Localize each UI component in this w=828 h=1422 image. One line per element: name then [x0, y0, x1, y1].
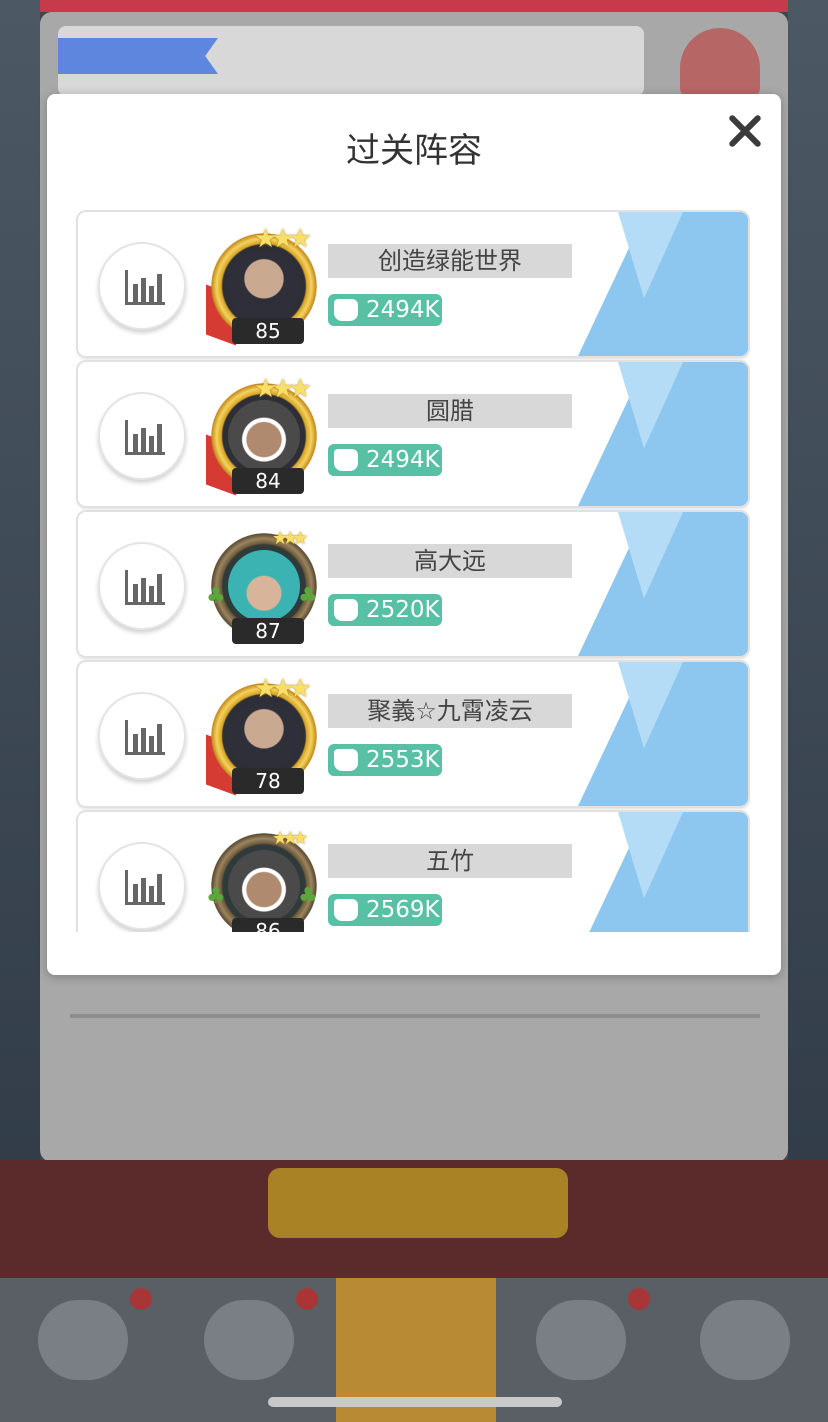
hero-portrait: ★★★ 78	[206, 674, 324, 796]
background-right-edge	[788, 0, 828, 1280]
fist-icon	[334, 599, 358, 621]
background-ribbon	[58, 38, 218, 74]
dialog-title: 过关阵容	[346, 131, 482, 171]
hero-portrait: ★★★ ♣ ♣ 86	[206, 824, 324, 932]
list-item[interactable]: ★★★ ♣ ♣ 87 高大远 2520K	[78, 512, 748, 656]
stats-button[interactable]	[98, 842, 186, 930]
power-value: 2494K	[366, 297, 440, 323]
player-name: 高大远	[328, 544, 572, 578]
close-icon[interactable]	[720, 106, 770, 156]
level-badge: 78	[232, 768, 304, 794]
list-item[interactable]: ★★★ 85 创造绿能世界 2494K	[78, 212, 748, 356]
hero-portrait: ★★★ 84	[206, 374, 324, 496]
list-item[interactable]: ★★★ 84 圆腊 2494K	[78, 362, 748, 506]
home-indicator[interactable]	[268, 1397, 562, 1407]
stats-button[interactable]	[98, 392, 186, 480]
clover-icon: ♣	[298, 884, 318, 909]
bar-chart-icon	[125, 420, 165, 455]
lineup-list[interactable]: ★★★ 85 创造绿能世界 2494K ★★★ 84 圆腊 2494K ★★★ …	[74, 208, 754, 932]
level-badge: 87	[232, 618, 304, 644]
star-rating-icon: ★★★	[254, 374, 312, 404]
power-value: 2520K	[366, 597, 440, 623]
star-rating-icon: ★★★	[272, 828, 309, 849]
player-name: 聚義☆九霄凌云	[328, 694, 572, 728]
bar-chart-icon	[125, 570, 165, 605]
background-left-edge	[0, 0, 40, 1280]
notification-dot	[628, 1288, 650, 1310]
list-item[interactable]: ★★★ ♣ ♣ 86 五竹 2569K	[78, 812, 748, 932]
stats-button[interactable]	[98, 542, 186, 630]
bar-chart-icon	[125, 720, 165, 755]
bottom-nav-icon-5	[700, 1300, 790, 1380]
level-badge: 84	[232, 468, 304, 494]
player-name: 创造绿能世界	[328, 244, 572, 278]
clover-icon: ♣	[206, 584, 226, 609]
background-divider	[70, 1014, 760, 1018]
power-value: 2569K	[366, 897, 440, 923]
fist-icon	[334, 899, 358, 921]
background-top-bar	[40, 0, 788, 12]
fist-icon	[334, 749, 358, 771]
level-badge: 85	[232, 318, 304, 344]
power-value: 2553K	[366, 747, 440, 773]
bottom-nav-icon-4	[536, 1300, 626, 1380]
fist-icon	[334, 449, 358, 471]
background-avatar	[680, 28, 760, 98]
level-badge: 86	[232, 918, 304, 932]
bar-chart-icon	[125, 870, 165, 905]
hero-portrait: ★★★ 85	[206, 224, 324, 346]
stats-button[interactable]	[98, 242, 186, 330]
fist-icon	[334, 299, 358, 321]
bottom-nav-icon-1	[38, 1300, 128, 1380]
star-rating-icon: ★★★	[254, 224, 312, 254]
player-name: 五竹	[328, 844, 572, 878]
star-rating-icon: ★★★	[254, 674, 312, 704]
notification-dot	[296, 1288, 318, 1310]
clover-icon: ♣	[298, 584, 318, 609]
bottom-nav-icon-2	[204, 1300, 294, 1380]
power-badge: 2494K	[328, 294, 442, 326]
star-rating-icon: ★★★	[272, 528, 309, 549]
list-item[interactable]: ★★★ 78 聚義☆九霄凌云 2553K	[78, 662, 748, 806]
power-badge: 2553K	[328, 744, 442, 776]
hero-portrait: ★★★ ♣ ♣ 87	[206, 524, 324, 644]
notification-dot	[130, 1288, 152, 1310]
power-value: 2494K	[366, 447, 440, 473]
power-badge: 2569K	[328, 894, 442, 926]
power-badge: 2494K	[328, 444, 442, 476]
power-badge: 2520K	[328, 594, 442, 626]
background-action-button	[268, 1168, 568, 1238]
stats-button[interactable]	[98, 692, 186, 780]
bar-chart-icon	[125, 270, 165, 305]
clover-icon: ♣	[206, 884, 226, 909]
player-name: 圆腊	[328, 394, 572, 428]
